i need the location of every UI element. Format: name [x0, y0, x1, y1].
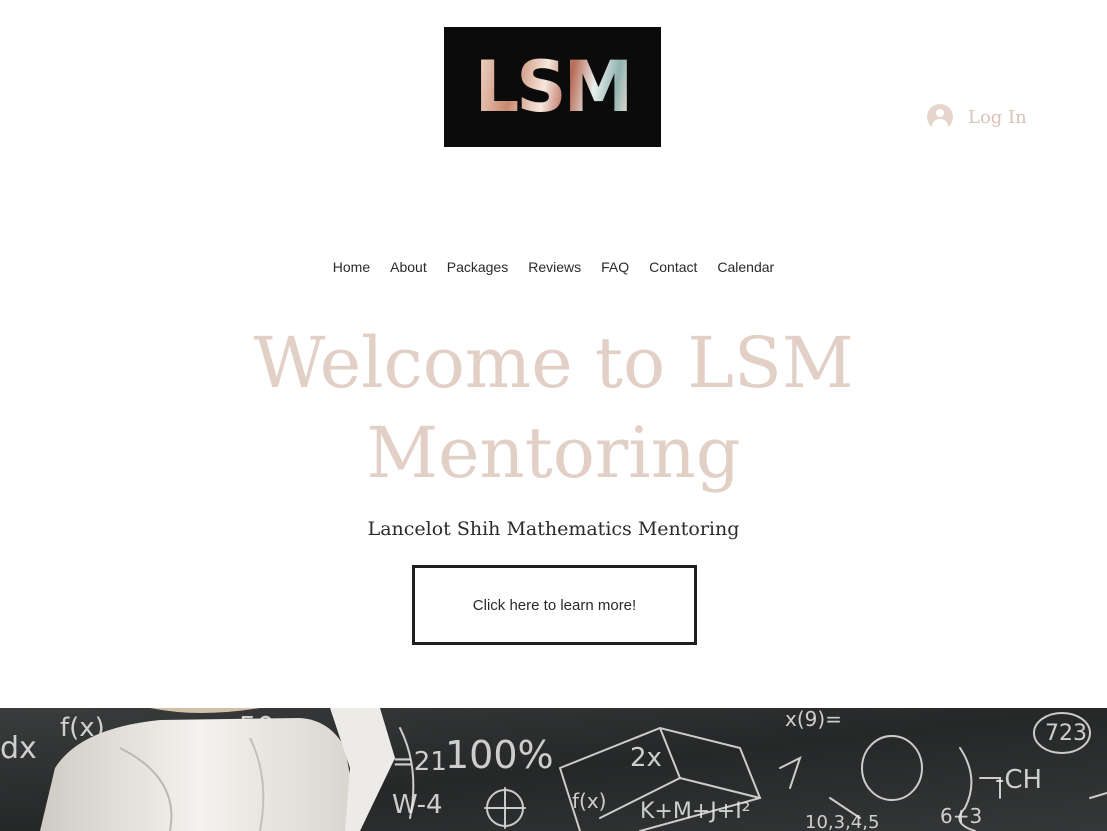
chalk-scribble: f(x): [572, 789, 606, 813]
nav-item-home[interactable]: Home: [333, 256, 370, 278]
nav-item-packages[interactable]: Packages: [447, 256, 508, 278]
site-logo[interactable]: LSM: [444, 27, 661, 147]
chalk-scribble: 723: [1045, 721, 1087, 746]
hero-title-line-2: Mentoring: [366, 412, 741, 494]
nav-item-contact[interactable]: Contact: [649, 256, 697, 278]
login-label: Log In: [968, 106, 1027, 128]
chalk-scribble: K+M+J+I²: [640, 799, 751, 824]
chalk-scribble: 2x: [630, 743, 662, 773]
chalkboard-banner-image: dx f(x) ,50 99 =21 100% W-4 2x K+M+J+I² …: [0, 708, 1107, 831]
nav-item-faq[interactable]: FAQ: [601, 256, 629, 278]
main-navigation: Home About Packages Reviews FAQ Contact …: [0, 256, 1107, 278]
login-button[interactable]: Log In: [927, 101, 1027, 133]
logo-text: LSM: [474, 46, 634, 128]
chalk-scribble: =21: [392, 747, 447, 777]
chalk-scribble: x(9)=: [785, 708, 842, 731]
chalk-scribble: 10,3,4,5: [805, 812, 879, 831]
hero-title: Welcome to LSM Mentoring: [0, 318, 1107, 498]
learn-more-label: Click here to learn more!: [472, 596, 637, 614]
hero-subtitle: Lancelot Shih Mathematics Mentoring: [367, 518, 740, 540]
chalk-scribble: -CH: [995, 765, 1042, 795]
chalk-scribble: 6+3: [940, 804, 982, 828]
chalk-scribble: W-4: [392, 790, 443, 820]
nav-item-reviews[interactable]: Reviews: [528, 256, 581, 278]
chalk-scribble: dx: [0, 731, 37, 766]
hero-title-line-1: Welcome to LSM: [253, 322, 854, 404]
chalk-scribble: 100%: [445, 733, 554, 777]
user-avatar-icon: [927, 104, 953, 130]
chalkboard-illustration: dx f(x) ,50 99 =21 100% W-4 2x K+M+J+I² …: [0, 708, 1107, 831]
nav-item-calendar[interactable]: Calendar: [717, 256, 774, 278]
nav-item-about[interactable]: About: [390, 256, 427, 278]
learn-more-button[interactable]: Click here to learn more!: [412, 565, 697, 645]
